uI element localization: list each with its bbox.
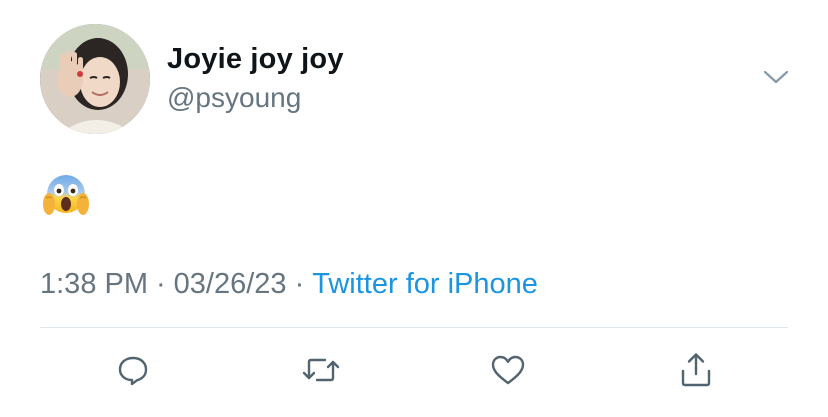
retweet-icon [302, 358, 340, 382]
share-button[interactable] [676, 350, 716, 390]
tweet-date: 03/26/23 [173, 268, 287, 300]
share-icon [681, 353, 711, 387]
reply-icon [118, 356, 148, 386]
tweet-source-link[interactable]: Twitter for iPhone [312, 268, 538, 300]
display-name[interactable]: Joyie joy joy [167, 42, 344, 76]
tweet-text: 😱 [42, 170, 90, 218]
heart-icon [491, 355, 525, 385]
divider [40, 327, 788, 328]
tweet-metadata: 1:38 PM · 03/26/23 · Twitter for iPhone [40, 266, 538, 302]
avatar-photo [40, 24, 150, 134]
screaming-face-emoji-icon [43, 175, 89, 215]
meta-separator: · [156, 268, 166, 300]
user-handle[interactable]: @psyoung [167, 82, 344, 114]
like-button[interactable] [488, 350, 528, 390]
tweet-time: 1:38 PM [40, 268, 148, 300]
reply-button[interactable] [113, 350, 153, 390]
tweet: Joyie joy joy @psyoung 1:38 PM · 03/26/2… [0, 0, 828, 417]
retweet-button[interactable] [301, 350, 341, 390]
meta-separator: · [294, 268, 305, 300]
avatar[interactable] [40, 24, 150, 134]
chevron-down-icon[interactable] [763, 68, 789, 86]
author-info[interactable]: Joyie joy joy @psyoung [167, 42, 344, 114]
